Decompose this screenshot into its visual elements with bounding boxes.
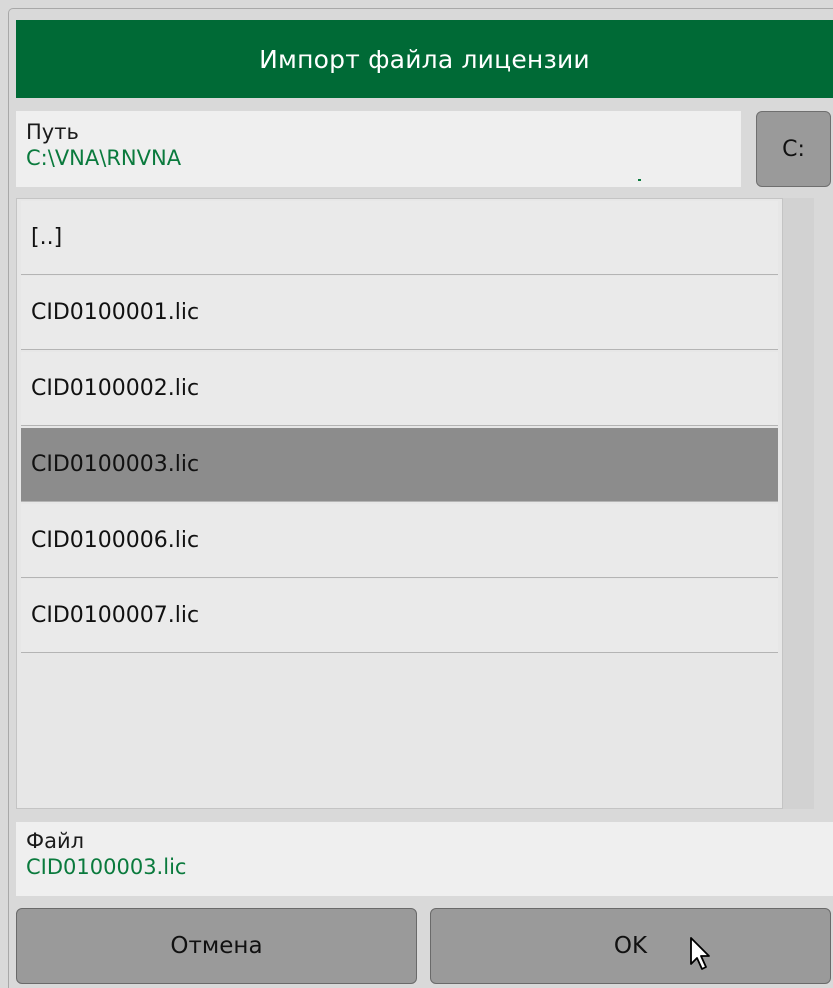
file-value: CID0100003.lic	[26, 855, 187, 879]
file-list-scrollbar[interactable]	[783, 198, 814, 809]
ok-button[interactable]: OK	[430, 908, 831, 984]
list-item[interactable]: CID0100007.lic	[21, 579, 778, 653]
list-item-selected[interactable]: CID0100003.lic	[21, 428, 778, 502]
mouse-pointer-icon	[690, 937, 710, 970]
path-label: Путь	[26, 120, 79, 144]
dialog-title-text: Импорт файла лицензии	[259, 44, 590, 74]
file-field: Файл CID0100003.lic	[16, 822, 833, 896]
list-item[interactable]: CID0100006.lic	[21, 504, 778, 578]
dialog-title: Импорт файла лицензии	[16, 20, 833, 98]
file-label: Файл	[26, 829, 85, 853]
list-item-parent-dir[interactable]: [..]	[21, 201, 778, 275]
list-item[interactable]: CID0100002.lic	[21, 352, 778, 426]
file-list[interactable]: [..] CID0100001.lic CID0100002.lic CID01…	[16, 198, 783, 809]
drive-select-button[interactable]: C:	[756, 111, 831, 187]
path-field: Путь C:\VNA\RNVNA	[16, 111, 741, 187]
cancel-button[interactable]: Отмена	[16, 908, 417, 984]
path-value: C:\VNA\RNVNA	[26, 146, 182, 170]
path-underline-mark	[638, 179, 641, 181]
list-item[interactable]: CID0100001.lic	[21, 276, 778, 350]
